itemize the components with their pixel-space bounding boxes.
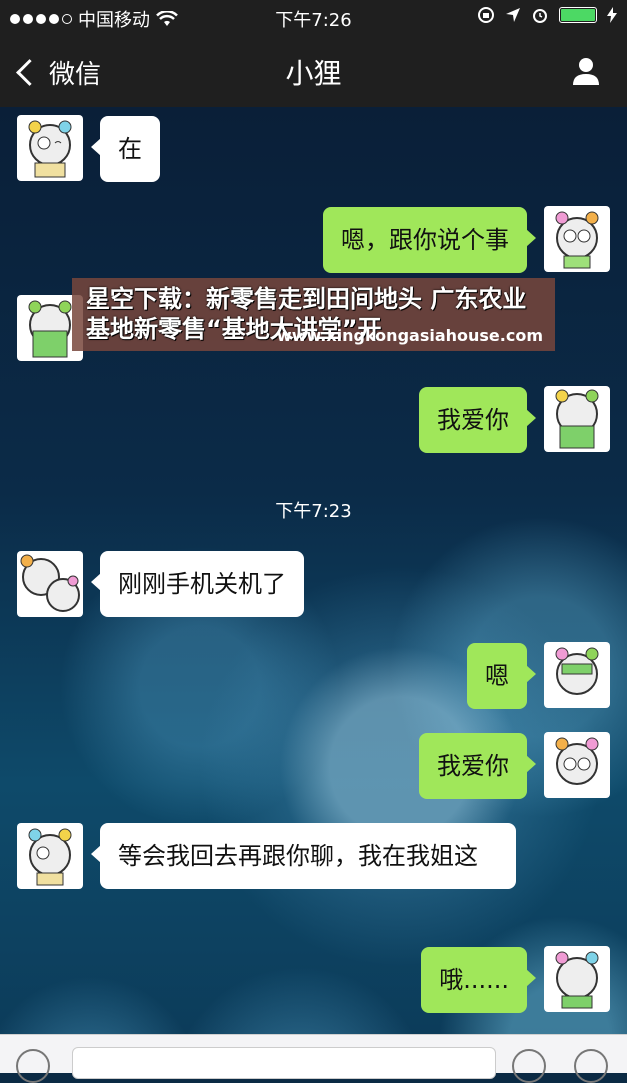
message-bubble-outgoing[interactable]: 哦...... xyxy=(421,947,536,1013)
emoji-button[interactable] xyxy=(512,1049,546,1083)
more-options-button[interactable] xyxy=(574,1049,608,1083)
alarm-icon xyxy=(533,9,547,23)
my-avatar[interactable] xyxy=(544,386,610,452)
message-bubble-incoming[interactable]: 在 xyxy=(91,116,160,182)
watermark-url: www.xingkongasiahouse.com xyxy=(276,326,543,345)
contact-avatar[interactable] xyxy=(17,823,83,889)
navigation-bar: 微信 小狸 xyxy=(0,36,627,107)
timestamp-label: 下午7:23 xyxy=(275,501,352,522)
charging-icon xyxy=(607,7,617,23)
my-avatar[interactable] xyxy=(544,732,610,798)
battery-icon xyxy=(559,7,597,23)
message-input[interactable] xyxy=(72,1047,496,1079)
location-icon xyxy=(506,8,520,22)
my-avatar[interactable] xyxy=(544,206,610,272)
my-avatar[interactable] xyxy=(544,946,610,1012)
message-bubble-incoming[interactable]: 等会我回去再跟你聊，我在我姐这 xyxy=(91,823,516,889)
message-bubble-outgoing[interactable]: 嗯 xyxy=(467,643,536,709)
message-bubble-incoming[interactable]: 刚刚手机关机了 xyxy=(91,551,304,617)
watermark-banner: 星空下载：新零售走到田间地头 广东农业基地新零售“基地大讲堂”开 www.xin… xyxy=(72,278,555,351)
contact-avatar[interactable] xyxy=(17,115,83,181)
my-avatar[interactable] xyxy=(544,642,610,708)
rotation-lock-icon xyxy=(478,7,494,23)
message-bubble-outgoing[interactable]: 我爱你 xyxy=(419,733,536,799)
status-bar: 中国移动 下午7:26 xyxy=(0,0,627,36)
contact-profile-icon[interactable] xyxy=(571,56,601,86)
message-bubble-outgoing[interactable]: 我爱你 xyxy=(419,387,536,453)
contact-avatar[interactable] xyxy=(17,551,83,617)
input-bar xyxy=(0,1034,627,1083)
status-icons xyxy=(477,6,617,24)
chat-timestamp: 下午7:23 xyxy=(0,497,627,523)
chat-title: 小狸 xyxy=(285,57,342,90)
voice-input-button[interactable] xyxy=(16,1049,50,1083)
message-bubble-outgoing[interactable]: 嗯，跟你说个事 xyxy=(323,207,536,273)
